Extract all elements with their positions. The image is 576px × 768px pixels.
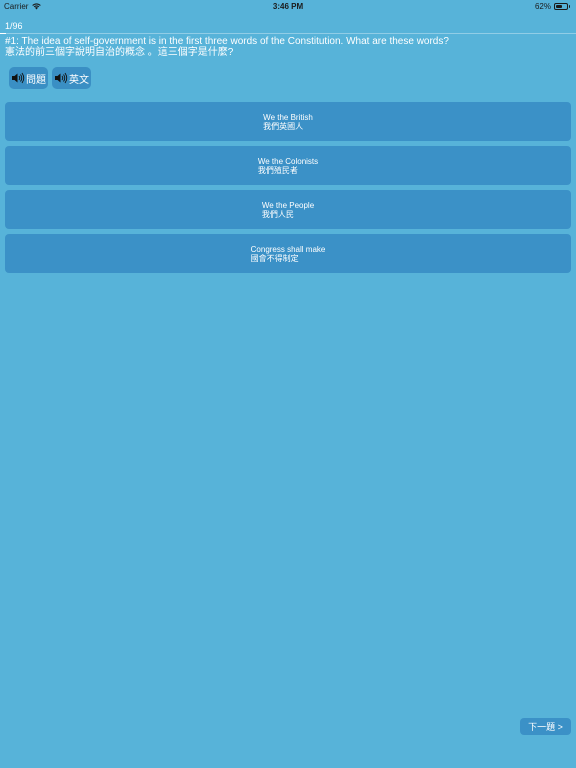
answer-text: We the People 我們人民	[262, 201, 314, 219]
audio-button-label: 英文	[69, 74, 89, 86]
status-bar: Carrier 3:46 PM 62%	[0, 0, 576, 12]
status-time: 3:46 PM	[272, 2, 304, 11]
answer-chinese: 我們英國人	[263, 121, 304, 131]
play-english-audio-button[interactable]: 英文	[52, 67, 91, 89]
answer-text: We the Colonists 我們殖民者	[258, 157, 318, 175]
question-chinese: 憲法的前三個字說明自治的概念 。這三個字是什麼?	[5, 47, 234, 58]
answer-english: Congress shall make	[250, 244, 326, 254]
answer-option-3[interactable]: We the People 我們人民	[5, 190, 571, 229]
answer-english: We the People	[261, 200, 315, 210]
answer-option-2[interactable]: We the Colonists 我們殖民者	[5, 146, 571, 185]
answer-chinese: 我們殖民者	[257, 165, 298, 175]
battery-nub	[568, 5, 570, 8]
question: #1: The idea of self-government is in th…	[5, 36, 571, 58]
battery-fill	[556, 5, 563, 8]
speaker-icon	[55, 72, 68, 84]
progress-fill	[0, 33, 6, 34]
answer-english: We the British	[263, 112, 313, 122]
audio-buttons: 問題 英文	[9, 67, 91, 89]
audio-button-label: 問題	[26, 74, 46, 86]
battery-percent: 62%	[534, 2, 551, 11]
answer-english: We the Colonists	[257, 156, 319, 166]
battery-icon	[554, 3, 570, 10]
answer-chinese: 我們人民	[261, 209, 294, 219]
play-question-audio-button[interactable]: 問題	[9, 67, 48, 89]
progress-label: 1/96	[5, 21, 23, 31]
answer-list: We the British 我們英國人 We the Colonists 我們…	[5, 102, 571, 278]
speaker-icon	[12, 72, 25, 84]
answer-text: Congress shall make 國會不得制定	[251, 245, 326, 263]
answer-text: We the British 我們英國人	[263, 113, 313, 131]
answer-chinese: 國會不得制定	[250, 253, 299, 263]
question-english: #1: The idea of self-government is in th…	[5, 36, 449, 47]
answer-option-4[interactable]: Congress shall make 國會不得制定	[5, 234, 571, 273]
status-right: 62%	[534, 2, 570, 11]
answer-option-1[interactable]: We the British 我們英國人	[5, 102, 571, 141]
progress-bar	[0, 33, 576, 34]
next-question-button[interactable]: 下一題 >	[520, 718, 571, 735]
